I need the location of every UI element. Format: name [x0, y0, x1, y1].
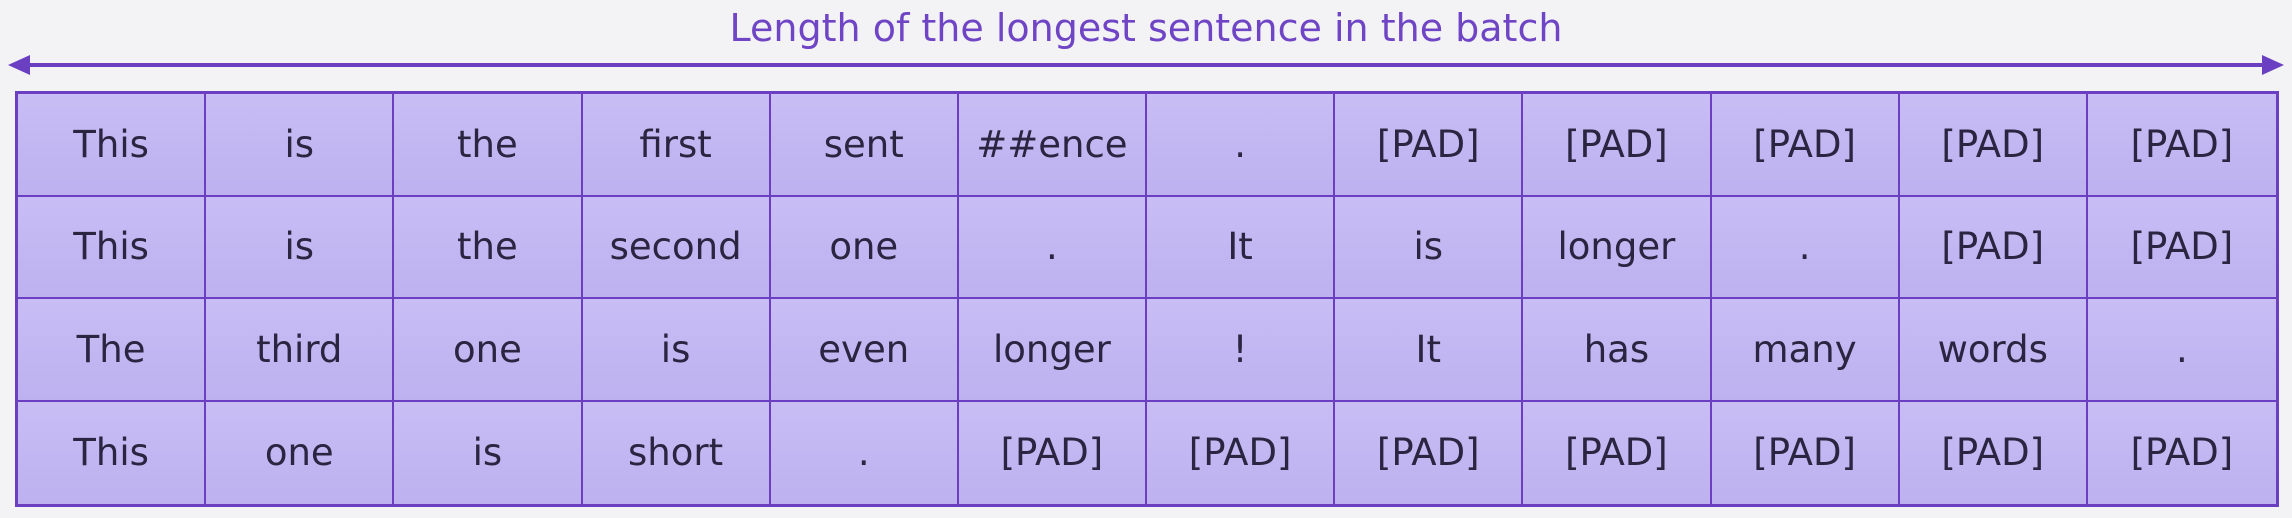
token-cell: .: [2087, 299, 2276, 402]
token-cell: This: [18, 196, 207, 299]
pad-token-cell: [PAD]: [1335, 94, 1524, 197]
token-cell: short: [582, 401, 771, 504]
pad-token-cell: [PAD]: [1147, 401, 1336, 504]
token-cell: is: [206, 196, 395, 299]
pad-token-cell: [PAD]: [1899, 196, 2088, 299]
double-headed-arrow: [8, 55, 2284, 75]
token-cell: first: [582, 94, 771, 197]
pad-token-cell: [PAD]: [2087, 94, 2276, 197]
token-cell: longer: [1523, 196, 1712, 299]
token-cell: It: [1147, 196, 1336, 299]
token-cell: longer: [958, 299, 1147, 402]
token-cell: ##ence: [958, 94, 1147, 197]
pad-token-cell: [PAD]: [958, 401, 1147, 504]
token-cell: .: [770, 401, 959, 504]
token-cell: one: [394, 299, 583, 402]
token-cell: This: [18, 94, 207, 197]
pad-token-cell: [PAD]: [1899, 401, 2088, 504]
pad-token-cell: [PAD]: [1523, 401, 1712, 504]
token-cell: words: [1899, 299, 2088, 402]
token-cell: It: [1335, 299, 1524, 402]
pad-token-cell: [PAD]: [2087, 401, 2276, 504]
token-cell: third: [206, 299, 395, 402]
token-cell: .: [958, 196, 1147, 299]
token-cell: even: [770, 299, 959, 402]
pad-token-cell: [PAD]: [2087, 196, 2276, 299]
pad-token-cell: [PAD]: [1711, 94, 1900, 197]
token-cell: one: [770, 196, 959, 299]
token-cell: is: [1335, 196, 1524, 299]
token-cell: is: [582, 299, 771, 402]
token-cell: many: [1711, 299, 1900, 402]
batch-length-caption: Length of the longest sentence in the ba…: [729, 6, 1563, 50]
pad-token-cell: [PAD]: [1711, 401, 1900, 504]
pad-token-cell: [PAD]: [1523, 94, 1712, 197]
token-cell: second: [582, 196, 771, 299]
token-cell: .: [1711, 196, 1900, 299]
token-cell: is: [394, 401, 583, 504]
token-cell: This: [18, 401, 207, 504]
token-batch-grid: This is the first sent ##ence. [PAD] [PAD] [PAD]…: [15, 91, 2279, 507]
pad-token-cell: [PAD]: [1899, 94, 2088, 197]
token-cell: the: [394, 196, 583, 299]
pad-token-cell: [PAD]: [1335, 401, 1524, 504]
token-cell: The: [18, 299, 207, 402]
token-cell: is: [206, 94, 395, 197]
token-cell: .: [1147, 94, 1336, 197]
token-cell: sent: [770, 94, 959, 197]
token-cell: has: [1523, 299, 1712, 402]
token-cell: the: [394, 94, 583, 197]
token-cell: one: [206, 401, 395, 504]
token-cell: !: [1147, 299, 1336, 402]
